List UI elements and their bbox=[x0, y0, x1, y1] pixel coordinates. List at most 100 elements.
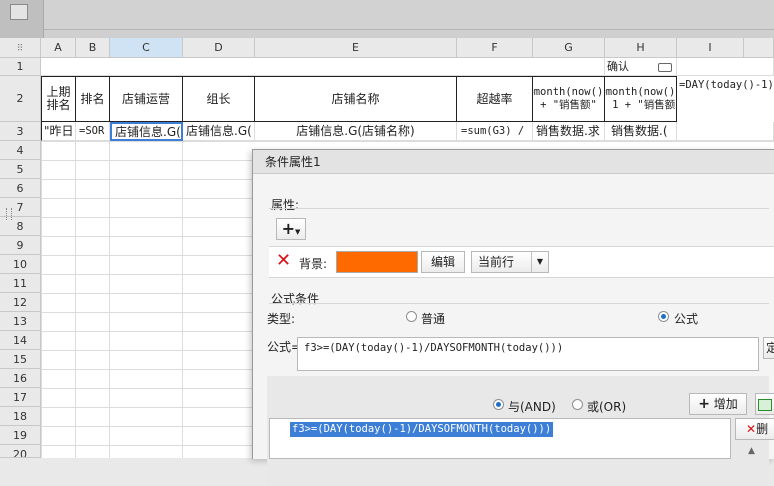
row-header-13[interactable]: 13 bbox=[0, 312, 41, 331]
col-header-d[interactable]: D bbox=[183, 38, 255, 58]
col-header-g[interactable]: G bbox=[533, 38, 605, 58]
cell-e3[interactable]: 店铺信息.G(店铺名称) bbox=[255, 122, 457, 141]
or-label: 或(OR) bbox=[587, 400, 627, 414]
row-header-5[interactable]: 5 bbox=[0, 160, 41, 179]
cell-d3[interactable]: 店铺信息.G( bbox=[183, 122, 255, 141]
add-condition-button[interactable]: + 增加 bbox=[689, 393, 747, 415]
cell-f3[interactable]: =sum(G3) / bbox=[457, 122, 533, 141]
header-store-name: 店铺名称 bbox=[331, 91, 380, 106]
plus-icon: + bbox=[281, 219, 295, 238]
row-header-15[interactable]: 15 bbox=[0, 350, 41, 369]
col-header-i[interactable]: I bbox=[677, 38, 744, 58]
cell-h2[interactable]: =month(now()) - 1 + "销售额" bbox=[605, 76, 677, 122]
table-green-icon bbox=[758, 399, 772, 411]
dialog-title[interactable]: 条件属性1 bbox=[253, 150, 774, 174]
background-color-swatch[interactable] bbox=[336, 251, 418, 273]
type-normal-label: 普通 bbox=[421, 312, 446, 326]
row-header-19[interactable]: 19 bbox=[0, 426, 41, 445]
grid-vline bbox=[109, 141, 110, 458]
scope-select[interactable]: 当前行 ▼ bbox=[471, 251, 549, 273]
scope-value: 当前行 bbox=[478, 255, 515, 269]
header-prev-month-sales: =month(now()) - 1 + "销售额" bbox=[605, 86, 676, 111]
condition-list-item[interactable]: f3>=(DAY(today()-1)/DAYSOFMONTH(today())… bbox=[290, 422, 554, 437]
chevron-down-icon: ▼ bbox=[531, 252, 548, 272]
col-header-h[interactable]: H bbox=[605, 38, 677, 58]
header-team-lead: 组长 bbox=[206, 91, 231, 106]
row-header-6[interactable]: 6 bbox=[0, 179, 41, 198]
header-month-sales: =month(now()) + "销售额" bbox=[533, 86, 604, 111]
condition-list: f3>=(DAY(today()-1)/DAYSOFMONTH(today())… bbox=[269, 418, 731, 459]
edit-button[interactable]: 编辑 bbox=[421, 251, 465, 273]
header-store-ops: 店铺运营 bbox=[121, 91, 170, 106]
type-formula-label: 公式 bbox=[674, 312, 699, 326]
row-header-16[interactable]: 16 bbox=[0, 369, 41, 388]
toolbar bbox=[0, 0, 774, 38]
row-header-12[interactable]: 12 bbox=[0, 293, 41, 312]
header-day-ratio: =DAY(today()-1)/DAYSOFMONT bbox=[679, 79, 774, 91]
and-radio[interactable] bbox=[493, 399, 504, 410]
cell-i1[interactable] bbox=[677, 58, 774, 76]
cell-h1[interactable]: 确认 bbox=[605, 58, 677, 76]
col-header-a[interactable]: A bbox=[41, 38, 76, 58]
cell-b2[interactable]: 排名 bbox=[76, 76, 110, 122]
cell-i3[interactable] bbox=[677, 122, 774, 141]
formula-confirm-button[interactable]: 定 bbox=[763, 337, 774, 359]
row-header-1[interactable]: 1 bbox=[0, 58, 41, 76]
cell-b3[interactable]: =SOR bbox=[76, 122, 110, 141]
cell-e2[interactable]: 店铺名称 bbox=[255, 76, 457, 122]
row-header-4[interactable]: 4 bbox=[0, 141, 41, 160]
formula-condition-label: 公式条件 bbox=[271, 292, 320, 306]
select-all-corner[interactable]: ⠿ bbox=[0, 38, 41, 58]
row-header-3[interactable]: 3 bbox=[0, 122, 41, 141]
add-attribute-button[interactable]: +▼ bbox=[276, 218, 306, 240]
row-header-14[interactable]: 14 bbox=[0, 331, 41, 350]
cell-c2[interactable]: 店铺运营 bbox=[110, 76, 183, 122]
or-radio[interactable] bbox=[572, 399, 583, 410]
cell-g3[interactable]: 销售数据.求 bbox=[533, 122, 605, 141]
cell-d2[interactable]: 组长 bbox=[183, 76, 255, 122]
arrow-up-icon[interactable]: ▲ bbox=[748, 446, 755, 456]
toolbar-left-strip bbox=[0, 0, 44, 38]
cell-g2[interactable]: =month(now()) + "销售额" bbox=[533, 76, 605, 122]
formula-label: 公式= bbox=[267, 340, 302, 354]
row-header-20[interactable]: 20 bbox=[0, 445, 41, 458]
cell-a3[interactable]: "昨日 bbox=[41, 122, 76, 141]
col-header-c[interactable]: C bbox=[110, 38, 183, 58]
confirm-checkbox-icon[interactable] bbox=[658, 63, 672, 72]
row-header-2[interactable]: 2 bbox=[0, 76, 41, 122]
divider bbox=[269, 208, 769, 209]
condition-options-button[interactable] bbox=[755, 393, 774, 415]
type-formula-radio[interactable] bbox=[658, 311, 669, 322]
toolbar-icon[interactable] bbox=[10, 4, 28, 20]
divider bbox=[269, 303, 769, 304]
delete-condition-label: 删 bbox=[756, 422, 769, 436]
col-header-b[interactable]: B bbox=[76, 38, 110, 58]
header-surpass-rate: 超越率 bbox=[476, 91, 513, 106]
row-header-10[interactable]: 10 bbox=[0, 255, 41, 274]
cell-i2[interactable]: =DAY(today()-1)/DAYSOFMONT bbox=[677, 76, 774, 122]
row-header-17[interactable]: 17 bbox=[0, 388, 41, 407]
cell-a2[interactable]: 上期排名 bbox=[41, 76, 76, 122]
plus-icon: + bbox=[698, 396, 710, 412]
and-label: 与(AND) bbox=[508, 400, 556, 414]
row-header-18[interactable]: 18 bbox=[0, 407, 41, 426]
col-header-f[interactable]: F bbox=[457, 38, 533, 58]
attribute-row-background: ✕ 背景: 编辑 当前行 ▼ bbox=[269, 246, 774, 278]
row-header-9[interactable]: 9 bbox=[0, 236, 41, 255]
row1-empty[interactable] bbox=[41, 58, 605, 76]
col-header-e[interactable]: E bbox=[255, 38, 457, 58]
type-normal-radio[interactable] bbox=[406, 311, 417, 322]
type-label: 类型: bbox=[267, 312, 296, 326]
splitter-handle[interactable] bbox=[6, 208, 12, 220]
formula-input[interactable]: f3>=(DAY(today()-1)/DAYSOFMONTH(today())… bbox=[297, 337, 759, 371]
confirm-text: 确认 bbox=[607, 60, 629, 73]
delete-condition-button[interactable]: ✕删 bbox=[735, 418, 774, 440]
cell-c3-selected[interactable]: 店铺信息.G( bbox=[110, 122, 183, 141]
delete-x-icon: ✕ bbox=[746, 422, 757, 436]
cell-f2[interactable]: 超越率 bbox=[457, 76, 533, 122]
cell-h3[interactable]: 销售数据.( bbox=[605, 122, 677, 141]
delete-x-icon[interactable]: ✕ bbox=[276, 250, 291, 272]
row-header-11[interactable]: 11 bbox=[0, 274, 41, 293]
col-header-blank bbox=[744, 38, 774, 58]
formula-bar[interactable] bbox=[44, 0, 774, 30]
